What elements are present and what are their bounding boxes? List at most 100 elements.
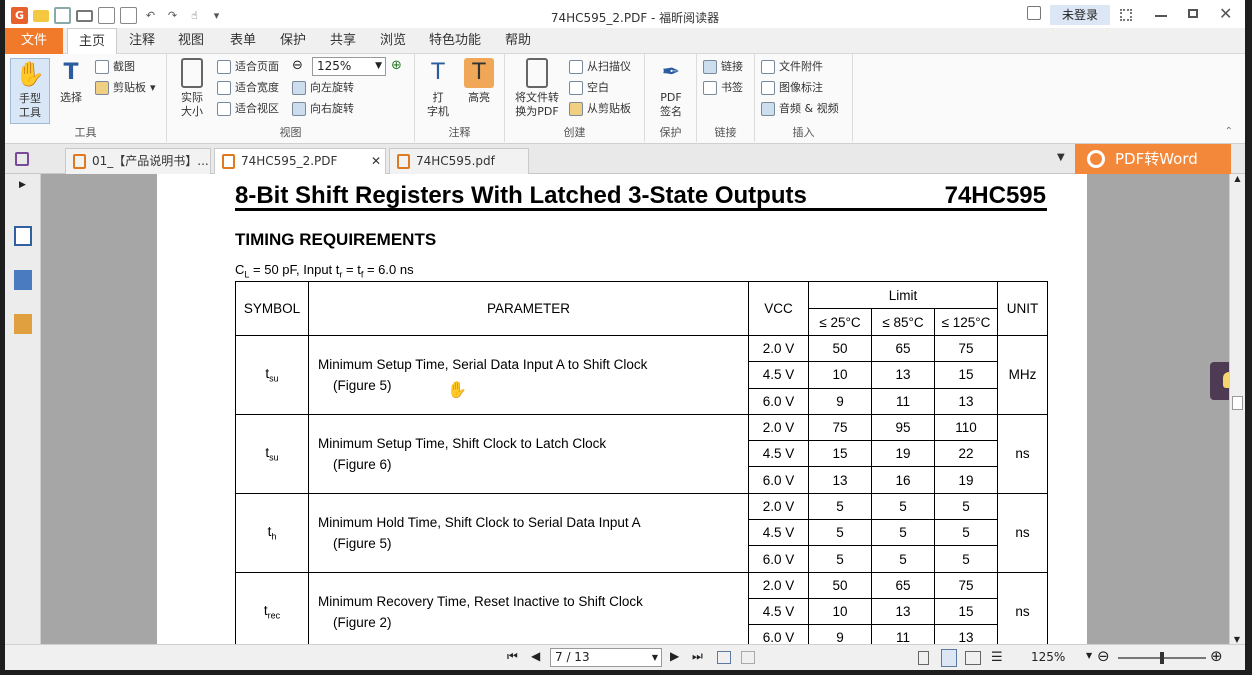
zoom-out-icon[interactable]: ⊖ — [1097, 647, 1110, 665]
zoom-out-icon[interactable]: ⊖ — [292, 58, 303, 73]
tips-bulb-button[interactable] — [1210, 362, 1229, 400]
page-icon — [181, 58, 203, 88]
convert-icon — [526, 58, 548, 88]
ribbon-collapse-icon[interactable]: ⌃ — [1225, 126, 1233, 137]
file-attachment-button[interactable]: 文件附件 — [761, 57, 823, 77]
facing-page-icon[interactable] — [965, 651, 981, 665]
rotate-right-button[interactable]: 向右旋转 — [292, 99, 354, 119]
scroll-down-icon[interactable]: ▼ — [1230, 635, 1244, 644]
select-button[interactable]: T 选择 — [55, 58, 87, 105]
grid-icon[interactable] — [1120, 9, 1132, 21]
clipboard-button[interactable]: 剪贴板 ▾ — [95, 78, 156, 98]
menu-browse[interactable]: 浏览 — [380, 28, 406, 54]
audio-video-button[interactable]: 音频 & 视频 — [761, 99, 839, 119]
limit-cell: 5 — [871, 545, 935, 573]
blank-button[interactable]: 空白 — [569, 78, 609, 98]
tab-doc-1[interactable]: 01_【产品说明书】... — [65, 148, 211, 174]
menu-protect[interactable]: 保护 — [280, 28, 306, 54]
tab-doc-2[interactable]: 74HC595_2.PDF ✕ — [214, 148, 386, 174]
prev-page-icon[interactable]: ◀ — [531, 649, 540, 663]
from-clipboard-button[interactable]: 从剪贴板 — [569, 99, 631, 119]
layers-icon[interactable] — [14, 270, 32, 290]
header-temp-85: ≤ 85°C — [871, 308, 935, 336]
image-icon — [761, 81, 775, 95]
zoom-select[interactable]: 125% ▼ — [312, 57, 386, 76]
menu-home[interactable]: 主页 — [67, 28, 118, 55]
limit-cell: 50 — [808, 334, 872, 363]
fit-width-button[interactable]: 适合宽度 — [217, 78, 279, 98]
zoom-slider[interactable] — [1118, 652, 1206, 664]
expand-sidebar-icon[interactable]: ▶ — [19, 180, 26, 190]
rotate-left-button[interactable]: 向左旋转 — [292, 78, 354, 98]
bookmark-button[interactable]: 书签 — [703, 78, 743, 98]
document-viewport[interactable]: 8-Bit Shift Registers With Latched 3-Sta… — [41, 174, 1229, 644]
continuous-facing-icon[interactable]: ☰ — [991, 650, 1003, 665]
next-page-icon[interactable]: ▶ — [670, 649, 679, 663]
tab-doc-3[interactable]: 74HC595.pdf — [389, 148, 529, 174]
menu-comment[interactable]: 注释 — [129, 28, 155, 54]
typewriter-button[interactable]: T 打 字机 — [421, 58, 455, 119]
pdf-to-word-button[interactable]: PDF转Word — [1075, 144, 1231, 174]
comments-icon[interactable] — [14, 314, 32, 334]
limit-cell: 10 — [808, 597, 872, 626]
image-annotation-button[interactable]: 图像标注 — [761, 78, 823, 98]
continuous-page-icon[interactable] — [941, 649, 957, 667]
page-thumbnail-icon[interactable] — [14, 226, 32, 246]
fit-visible-button[interactable]: 适合视区 — [217, 99, 279, 119]
scroll-up-icon[interactable]: ▲ — [1230, 174, 1245, 183]
limit-cell: 11 — [871, 387, 935, 415]
limit-cell: 5 — [808, 545, 872, 573]
actual-size-button[interactable]: 实际 大小 — [175, 58, 209, 119]
menu-features[interactable]: 特色功能 — [429, 28, 481, 54]
vcc-cell: 4.5 V — [748, 597, 809, 626]
highlight-button[interactable]: T 高亮 — [461, 58, 497, 105]
tab-close-icon[interactable]: ✕ — [371, 149, 381, 173]
hand-tool-button[interactable]: ✋ 手型 工具 — [10, 58, 50, 124]
next-view-icon[interactable] — [741, 651, 755, 664]
document-tab-bar: 01_【产品说明书】... 74HC595_2.PDF ✕ 74HC595.pd… — [5, 144, 1245, 174]
group-insert: 文件附件 图像标注 音频 & 视频 插入 — [755, 54, 853, 142]
single-page-icon[interactable] — [918, 651, 929, 665]
header-parameter: PARAMETER — [308, 281, 749, 336]
page-number-input[interactable]: 7 / 13 ▼ — [550, 648, 662, 667]
zoom-level: 125% — [1031, 650, 1066, 664]
last-page-icon[interactable]: ⏭ — [692, 649, 703, 664]
section-heading: TIMING REQUIREMENTS — [235, 230, 437, 249]
vertical-scrollbar[interactable]: ▲ ▼ — [1229, 174, 1245, 644]
menu-view[interactable]: 视图 — [178, 28, 204, 54]
limit-cell: 19 — [934, 466, 998, 494]
screenshot-button[interactable]: 截图 — [95, 57, 135, 77]
convert-to-pdf-button[interactable]: 将文件转 换为PDF — [511, 58, 563, 119]
scroll-thumb[interactable] — [1232, 396, 1243, 410]
first-page-icon[interactable]: ⏮ — [507, 649, 518, 664]
unit-cell: ns — [997, 413, 1048, 494]
menu-share[interactable]: 共享 — [330, 28, 356, 54]
limit-cell: 75 — [934, 571, 998, 599]
tab-list-icon[interactable]: ▼ — [1057, 152, 1065, 163]
menu-file[interactable]: 文件 — [5, 28, 63, 54]
limit-cell: 65 — [871, 334, 935, 363]
limit-cell: 65 — [871, 571, 935, 599]
close-button[interactable]: ✕ — [1219, 4, 1232, 23]
title-rule — [235, 208, 1047, 211]
vcc-cell: 6.0 V — [748, 545, 809, 573]
menu-help[interactable]: 帮助 — [505, 28, 531, 54]
foxit-tab-icon[interactable] — [15, 152, 29, 166]
pdf-sign-button[interactable]: ✒ PDF 签名 — [653, 58, 689, 119]
pdf-file-icon — [73, 154, 86, 169]
fit-page-button[interactable]: 适合页面 — [217, 57, 279, 77]
skin-icon[interactable] — [1027, 6, 1041, 20]
zoom-slider-thumb[interactable] — [1160, 652, 1164, 664]
zoom-menu-icon[interactable]: ▼ — [1086, 651, 1092, 660]
login-button[interactable]: 未登录 — [1050, 5, 1110, 25]
restore-button[interactable] — [1188, 9, 1198, 18]
menu-form[interactable]: 表单 — [230, 28, 256, 54]
header-vcc: VCC — [748, 281, 809, 336]
zoom-in-icon[interactable]: ⊕ — [1210, 647, 1223, 665]
minimize-button[interactable] — [1155, 15, 1167, 17]
previous-view-icon[interactable] — [717, 651, 731, 664]
link-button[interactable]: 链接 — [703, 57, 743, 77]
zoom-in-icon[interactable]: ⊕ — [391, 58, 402, 73]
from-scanner-button[interactable]: 从扫描仪 — [569, 57, 631, 77]
film-icon — [761, 102, 775, 116]
